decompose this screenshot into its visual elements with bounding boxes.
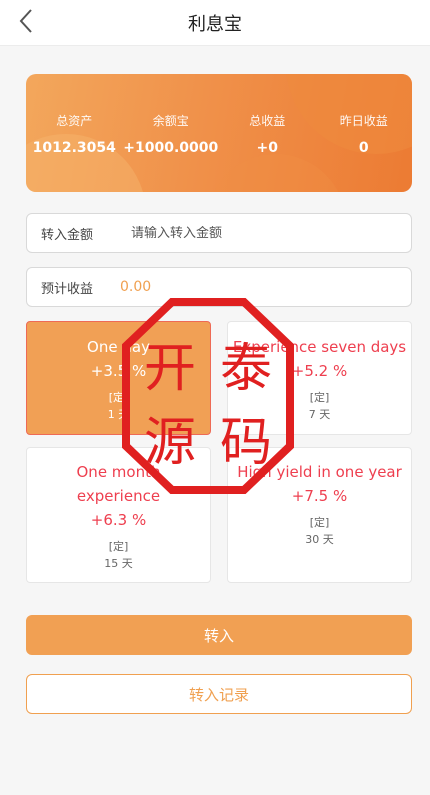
plan-days: 30 天 (305, 533, 334, 546)
plan-title: High yield in one year (237, 463, 402, 481)
plan-title: One day (87, 338, 150, 356)
plan-days: 15 天 (104, 557, 133, 570)
transfer-amount-label: 转入金额 (41, 227, 94, 243)
plan-type: [定] (309, 391, 330, 404)
asset-summary-card: 总资产 1012.3054 余额宝 +1000.0000 总收益 +0 昨日收益… (26, 74, 412, 192)
stat-label: 总资产 (56, 114, 93, 128)
plan-rate: +6.3 % (90, 511, 147, 529)
stat-yesterday-earnings: 昨日收益 0 (316, 112, 413, 156)
plan-type: [定] (108, 391, 129, 404)
plan-days: 7 天 (308, 408, 331, 421)
page-title: 利息宝 (188, 13, 242, 35)
plan-rate: +5.2 % (291, 362, 348, 380)
stat-value: +1000.0000 (123, 140, 219, 156)
chevron-left-icon (18, 8, 34, 38)
back-button[interactable] (12, 9, 40, 37)
stat-balance: 余额宝 +1000.0000 (123, 112, 220, 156)
transfer-in-button[interactable]: 转入 (26, 615, 412, 655)
stat-total-assets: 总资产 1012.3054 (26, 112, 123, 156)
transfer-records-button[interactable]: 转入记录 (26, 674, 412, 714)
stat-value: 1012.3054 (32, 140, 116, 156)
plan-card-seven-days[interactable]: Experience seven days +5.2 % [定] 7 天 (227, 321, 412, 435)
stat-total-earnings: 总收益 +0 (219, 112, 316, 156)
estimated-earnings-value: 0.00 (120, 279, 152, 295)
plan-type: [定] (309, 516, 330, 529)
plan-card-one-year[interactable]: High yield in one year +7.5 % [定] 30 天 (227, 447, 412, 583)
plan-card-one-day[interactable]: One day +3.5 % [定] 1 天 (26, 321, 211, 435)
stat-label: 余额宝 (152, 114, 189, 128)
estimated-earnings-field: 预计收益 0.00 (26, 267, 412, 307)
stat-value: 0 (358, 140, 369, 156)
stat-label: 昨日收益 (339, 114, 388, 128)
plan-rate: +7.5 % (291, 487, 348, 505)
plan-days: 1 天 (107, 408, 130, 421)
plan-card-one-month[interactable]: One month experience +6.3 % [定] 15 天 (26, 447, 211, 583)
plan-title: One month experience (76, 463, 161, 505)
transfer-amount-input[interactable] (131, 225, 391, 241)
plan-type: [定] (108, 540, 129, 553)
plan-title: Experience seven days (232, 338, 407, 356)
stat-value: +0 (256, 140, 278, 156)
stat-label: 总收益 (249, 114, 286, 128)
transfer-amount-field: 转入金额 (26, 213, 412, 253)
top-nav-bar: 利息宝 (0, 0, 430, 46)
estimated-earnings-label: 预计收益 (41, 281, 94, 297)
plan-rate: +3.5 % (90, 362, 147, 380)
